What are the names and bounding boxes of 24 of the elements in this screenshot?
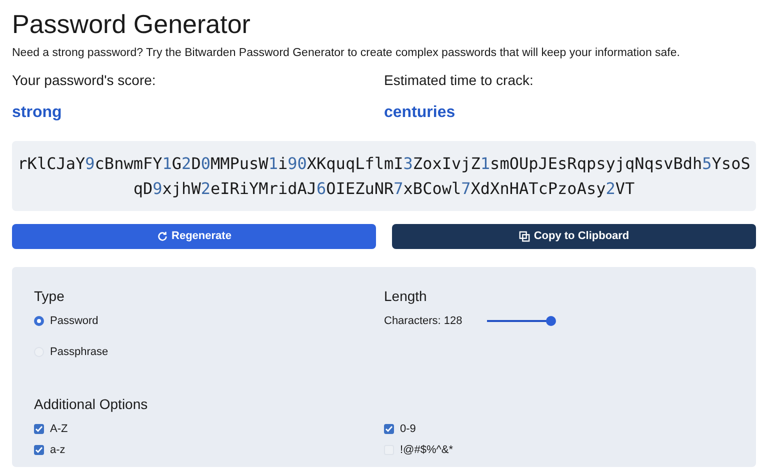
length-reading: Characters: 128 [384,314,462,329]
description: Need a strong password? Try the Bitwarden Password Generator to create complex passwords that will keep your information safe. [12,46,681,60]
section-heading: Length [384,287,427,306]
radio-button[interactable] [34,316,44,326]
stat-label: Estimated time to crack: [384,71,534,90]
checkbox-label: !@#$%^&* [400,442,454,458]
copy-icon [518,231,530,242]
stat-value: strong [12,103,62,123]
checkbox-label: A-Z [50,422,68,437]
page-title: Password Generator [12,8,250,40]
refresh-icon [156,231,168,242]
radio-label: Password [50,314,98,329]
stat-value: centuries [384,103,456,123]
stat-label: Your password's score: [12,71,156,90]
section-heading: Additional Options [34,395,148,414]
checkbox[interactable] [34,444,44,455]
section-heading: Type [34,287,64,306]
checkbox[interactable] [34,424,44,434]
checkbox[interactable] [384,424,394,434]
checkbox-label: a-z [50,442,66,458]
radio-label: Passphrase [50,344,108,360]
regenerate-button[interactable]: Regenerate [12,224,376,249]
checkbox-label: 0-9 [400,422,416,437]
copy-button[interactable]: Copy to Clipboard [392,224,756,249]
